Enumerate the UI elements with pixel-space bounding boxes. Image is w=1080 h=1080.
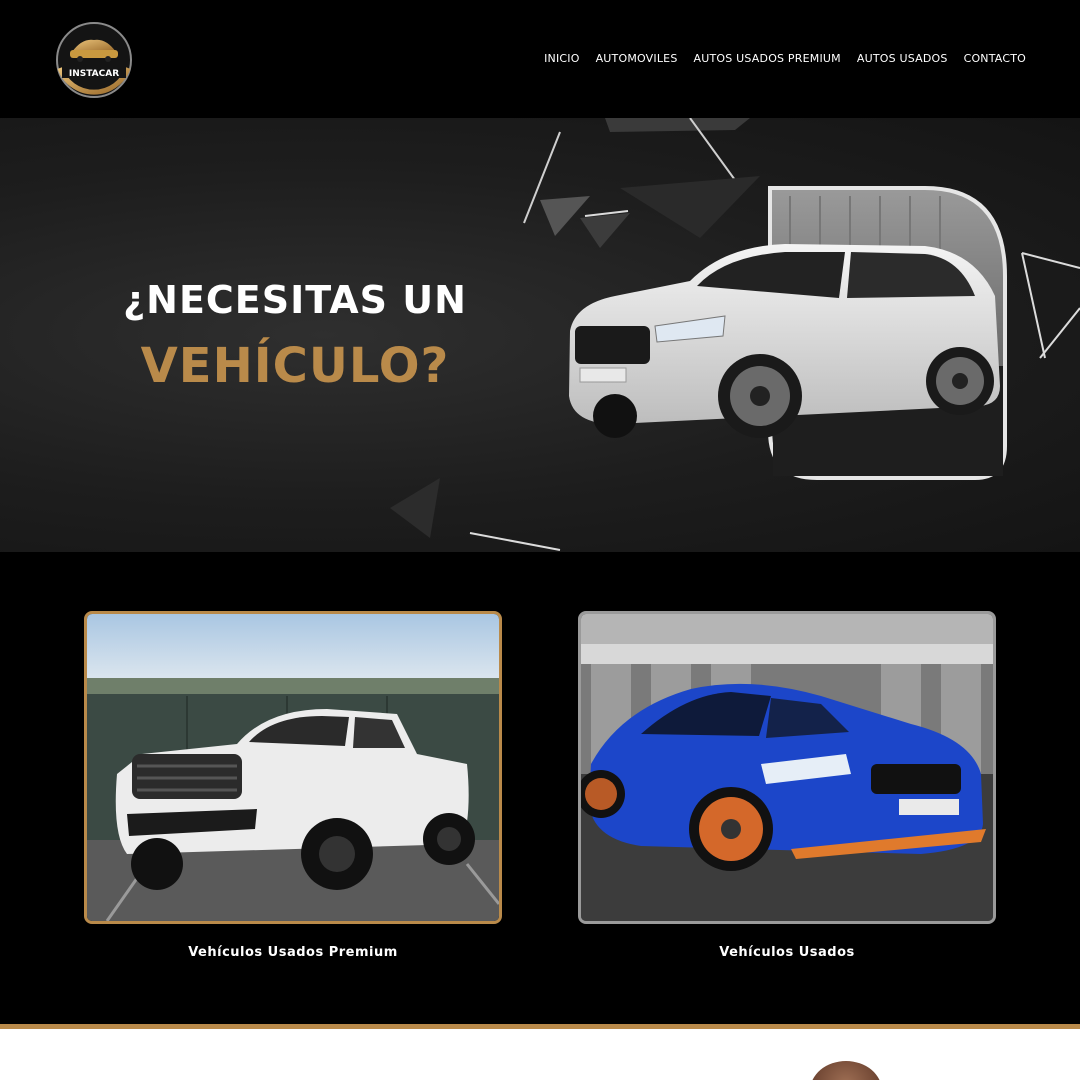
nav-autos-usados[interactable]: AUTOS USADOS [857,52,948,65]
blue-coupe-image [581,614,993,921]
hero-title-line1: ¿NECESITAS UN [123,278,467,322]
card-premium-used[interactable] [84,611,502,924]
nav-inicio[interactable]: INICIO [544,52,580,65]
instacar-logo[interactable]: INSTACAR [54,20,134,100]
hero-suv-image [569,186,1007,480]
nav-autos-usados-premium[interactable]: AUTOS USADOS PREMIUM [694,52,841,65]
hero-banner: ¿NECESITAS UN VEHÍCULO? [0,118,1080,552]
hero-title-line2: VEHÍCULO? [140,338,450,394]
main-nav: INICIO AUTOMOVILES AUTOS USADOS PREMIUM … [544,52,1026,65]
card-used[interactable] [578,611,996,924]
nav-contacto[interactable]: CONTACTO [964,52,1026,65]
card-used-caption[interactable]: Vehículos Usados [578,945,996,960]
site-header: INSTACAR INICIO AUTOMOVILES AUTOS USADOS… [0,0,1080,118]
card-premium-used-caption[interactable]: Vehículos Usados Premium [84,945,502,960]
nav-automoviles[interactable]: AUTOMOVILES [596,52,678,65]
person-photo-partial [810,1061,882,1080]
next-section-preview [0,1029,1080,1080]
category-section: Vehículos Usados Premium Vehículos Usado… [0,552,1080,1024]
brand-text: INSTACAR [69,69,119,79]
white-pickup-image [87,614,499,921]
